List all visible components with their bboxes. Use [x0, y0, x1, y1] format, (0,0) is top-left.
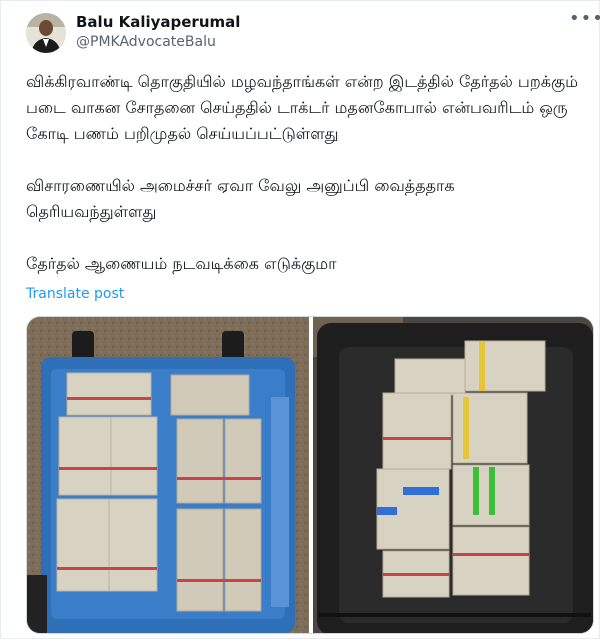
author-handle[interactable]: @PMKAdvocateBalu — [76, 33, 216, 51]
blue-suitcase-image — [27, 317, 309, 633]
more-horizontal-icon: ••• — [569, 8, 600, 29]
translate-post-link[interactable]: Translate post — [26, 286, 124, 302]
media-gallery — [26, 316, 594, 634]
avatar[interactable] — [26, 13, 66, 53]
post-paragraph: விசாரணையில் அமைச்சர் ஏவா வேலு அனுப்பி வை… — [26, 176, 455, 221]
author-name[interactable]: Balu Kaliyaperumal — [76, 13, 240, 31]
avatar-photo — [26, 13, 66, 53]
black-suitcase-image — [313, 317, 593, 633]
post-card: Balu Kaliyaperumal @PMKAdvocateBalu ••• … — [0, 0, 600, 639]
photo-blue-suitcase[interactable] — [27, 317, 309, 633]
photo-black-suitcase[interactable] — [313, 317, 593, 633]
more-options-button[interactable]: ••• — [569, 9, 600, 33]
post-paragraph: விக்கிரவாண்டி தொகுதியில் மழவந்தாங்கள் என… — [26, 72, 578, 143]
post-text: விக்கிரவாண்டி தொகுதியில் மழவந்தாங்கள் என… — [26, 69, 586, 277]
post-paragraph: தேர்தல் ஆணையம் நடவடிக்கை எடுக்குமா — [26, 254, 337, 273]
